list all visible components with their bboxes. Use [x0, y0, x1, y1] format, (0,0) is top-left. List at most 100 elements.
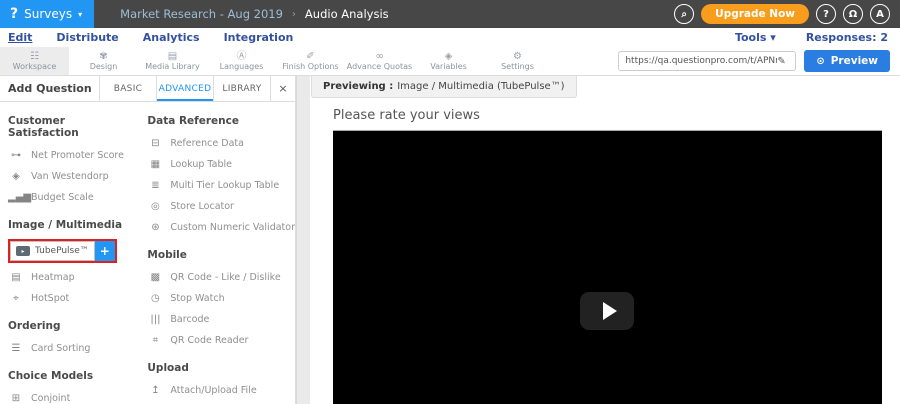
question-type-heatmap[interactable]: ▤Heatmap	[8, 267, 137, 288]
toolbar-item-finish-options[interactable]: ✐Finish Options	[276, 47, 345, 75]
question-type-store-locator[interactable]: ◎Store Locator	[147, 196, 295, 217]
question-type-barcode[interactable]: |||Barcode	[147, 309, 295, 330]
tools-dropdown[interactable]: Tools ▾	[735, 31, 776, 44]
chevron-down-icon: ▾	[770, 31, 776, 44]
close-icon: ×	[278, 82, 287, 95]
edit-pencil-icon[interactable]: ✎	[777, 56, 785, 67]
tab-advanced[interactable]: ADVANCED	[156, 76, 213, 101]
toolbar-item-advance-quotas[interactable]: ∞Advance Quotas	[345, 47, 414, 75]
video-player[interactable]	[333, 130, 882, 404]
app-window: ? Surveys ▾ Market Research - Aug 2019 ›…	[0, 0, 900, 404]
question-type-label: Conjoint	[31, 393, 70, 404]
question-type-van-westendorp[interactable]: ◈Van Westendorp	[8, 166, 137, 187]
chevron-down-icon: ▾	[78, 10, 82, 19]
section-heading-ordering: Ordering	[8, 320, 137, 332]
tab-library[interactable]: LIBRARY	[213, 76, 270, 101]
question-type-label: Heatmap	[31, 272, 75, 283]
toolbar-item-design[interactable]: ✾Design	[69, 47, 138, 75]
preview-button[interactable]: ⊙ Preview	[804, 50, 890, 72]
add-question-plus-button[interactable]: +	[95, 241, 115, 261]
panel-column-2: Data Reference ⊟Reference Data▦Lookup Tab…	[137, 102, 295, 404]
variables-tag-icon: ◈	[445, 51, 453, 62]
menu-item-analytics[interactable]: Analytics	[143, 31, 200, 44]
question-type-label: Lookup Table	[170, 159, 232, 170]
question-mark-icon: ?	[823, 9, 829, 20]
question-type-budget-scale[interactable]: ▂▄▆ Budget Scale	[8, 187, 137, 208]
map-pin-icon: ◎	[147, 202, 163, 212]
toolbar-item-label: Settings	[501, 62, 534, 71]
question-type-qr-code-reader[interactable]: ⌗QR Code Reader	[147, 330, 295, 351]
question-type-conjoint[interactable]: ⊞Conjoint	[8, 388, 137, 404]
responses-link[interactable]: Responses: 2	[806, 31, 888, 44]
help-button[interactable]: ?	[816, 4, 836, 24]
toolbar-item-label: Advance Quotas	[347, 62, 412, 71]
workspace-icon: ☷	[30, 51, 39, 62]
upgrade-now-button[interactable]: Upgrade Now	[701, 4, 809, 24]
question-type-qr-code-like-dislike[interactable]: ▩QR Code - Like / Dislike	[147, 267, 295, 288]
close-panel-button[interactable]: ×	[270, 76, 295, 101]
stacked-tables-icon: ≣	[147, 181, 163, 191]
question-type-label: Attach/Upload File	[170, 385, 256, 396]
surveys-label: Surveys	[24, 7, 72, 21]
question-type-custom-numeric-validator[interactable]: ⊛Custom Numeric Validator	[147, 217, 295, 238]
numeric-validator-icon: ⊛	[147, 223, 163, 233]
toolbar-item-workspace[interactable]: ☷Workspace	[0, 47, 69, 75]
question-type-attach-upload-file[interactable]: ↥Attach/Upload File	[147, 380, 295, 401]
toolbar-item-media-library[interactable]: ▤Media Library	[138, 47, 207, 75]
preview-area: Previewing : Image / Multimedia (TubePul…	[310, 76, 900, 404]
surveys-menu-button[interactable]: ? Surveys ▾	[0, 0, 94, 28]
cursor-target-icon: ⌖	[8, 294, 24, 304]
question-type-label: Net Promoter Score	[31, 150, 124, 161]
question-type-lookup-table[interactable]: ▦Lookup Table	[147, 154, 295, 175]
notifications-button[interactable]: Ω	[843, 4, 863, 24]
menu-item-integration[interactable]: Integration	[224, 31, 294, 44]
account-avatar[interactable]: A	[870, 4, 890, 24]
question-type-tubepulse-highlighted[interactable]: ▸TubePulse™+	[8, 239, 117, 263]
question-type-multi-tier-lookup-table[interactable]: ≣Multi Tier Lookup Table	[147, 175, 295, 196]
question-type-reference-data[interactable]: ⊟Reference Data	[147, 133, 295, 154]
preview-button-label: Preview	[831, 55, 878, 67]
search-button[interactable]: ⌕	[674, 4, 694, 24]
question-type-stop-watch[interactable]: ◷Stop Watch	[147, 288, 295, 309]
topbar-actions: ⌕ Upgrade Now ? Ω A	[674, 4, 900, 24]
add-question-panel: Add Question BASICADVANCEDLIBRARY × Cust…	[0, 76, 296, 404]
question-type-hotspot[interactable]: ⌖HotSpot	[8, 288, 137, 309]
question-type-label: Budget Scale	[31, 192, 94, 203]
menu-item-distribute[interactable]: Distribute	[56, 31, 118, 44]
section-heading-data-reference: Data Reference	[147, 115, 295, 127]
panel-title: Add Question	[0, 76, 99, 101]
question-type-card-sorting[interactable]: ☰Card Sorting	[8, 338, 137, 359]
section-heading-image-multimedia: Image / Multimedia	[8, 219, 137, 231]
toolbar-item-label: Variables	[430, 62, 467, 71]
list-icon: ☰	[8, 344, 24, 354]
menubar-right: Tools ▾ Responses: 2	[735, 31, 900, 44]
question-type-label: QR Code - Like / Dislike	[170, 272, 280, 283]
question-type-label: TubePulse™	[35, 246, 89, 256]
question-type-tubepulse[interactable]: ▸TubePulse™	[10, 241, 95, 261]
previewing-question-type: Image / Multimedia (TubePulse™)	[397, 81, 564, 92]
toolbar-item-variables[interactable]: ◈Variables	[414, 47, 483, 75]
panel-scrollbar[interactable]	[296, 76, 310, 404]
top-bar: ? Surveys ▾ Market Research - Aug 2019 ›…	[0, 0, 900, 28]
survey-url-input[interactable]	[625, 56, 777, 66]
tab-basic[interactable]: BASIC	[99, 76, 156, 101]
question-type-label: QR Code Reader	[170, 335, 248, 346]
breadcrumb: Market Research - Aug 2019 › Audio Analy…	[120, 7, 389, 21]
section-heading-customer-satisfaction: Customer Satisfaction	[8, 115, 137, 139]
play-button[interactable]	[580, 292, 634, 330]
menubar-items: Edit Distribute Analytics Integration	[8, 31, 293, 44]
question-type-label: Barcode	[170, 314, 209, 325]
breadcrumb-survey-name[interactable]: Market Research - Aug 2019	[120, 7, 283, 21]
play-icon	[603, 302, 617, 320]
menu-bar: Edit Distribute Analytics Integration Tools…	[0, 28, 900, 47]
palette-icon: ✾	[99, 51, 107, 62]
links-icon: ∞	[375, 51, 383, 62]
question-type-label: Van Westendorp	[31, 171, 109, 182]
toolbar-item-settings[interactable]: ⚙Settings	[483, 47, 552, 75]
panel-body: Customer Satisfaction ⊶Net Promoter Score…	[0, 102, 295, 404]
finish-wand-icon: ✐	[306, 51, 314, 62]
question-type-net-promoter-score[interactable]: ⊶Net Promoter Score	[8, 145, 137, 166]
toolbar-item-languages[interactable]: ⒶLanguages	[207, 47, 276, 75]
menu-item-edit[interactable]: Edit	[8, 31, 32, 44]
bar-chart-icon: ▂▄▆	[8, 193, 24, 203]
